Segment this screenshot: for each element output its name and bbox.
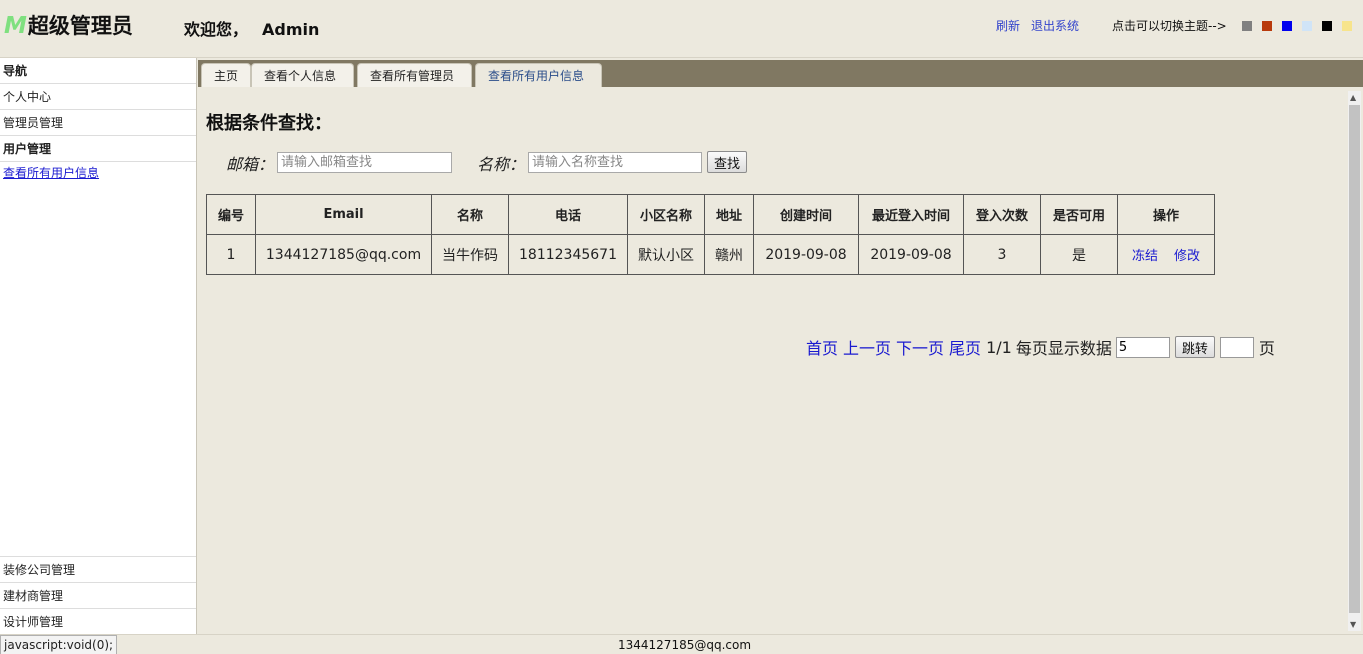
sidebar-item-admin-management[interactable]: 管理员管理 [0, 110, 196, 136]
top-header: M超级管理员 欢迎您， Admin 刷新 退出系统 点击可以切换主题--> [0, 0, 1363, 58]
freeze-link[interactable]: 冻结 [1132, 249, 1158, 264]
theme-swatches [1242, 21, 1352, 31]
main-content: 根据条件查找： 邮箱： 名称： 查找 编号 Email 名称 电话 小区名称 地… [198, 87, 1363, 634]
col-header-enabled: 是否可用 [1040, 194, 1118, 235]
page-suffix: 页 [1258, 339, 1275, 358]
col-header-address: 地址 [704, 194, 754, 235]
current-user: Admin [262, 20, 320, 39]
cell-name: 当牛作码 [431, 234, 509, 275]
theme-swatch-black[interactable] [1322, 21, 1332, 31]
welcome-text: 欢迎您， [184, 20, 249, 39]
page-info: 1/1 [986, 337, 1012, 357]
cell-last-login: 2019-09-08 [858, 234, 964, 275]
col-header-created: 创建时间 [753, 194, 859, 235]
table-row: 1 1344127185@qq.com 当牛作码 18112345671 默认小… [206, 234, 1215, 275]
sidebar-item-material-suppliers[interactable]: 建材商管理 [0, 582, 196, 608]
sidebar-link-all-users[interactable]: 查看所有用户信息 [3, 166, 99, 180]
users-table: 编号 Email 名称 电话 小区名称 地址 创建时间 最近登入时间 登入次数 … [206, 194, 1215, 275]
logout-link[interactable]: 退出系统 [1031, 19, 1079, 33]
search-title: 根据条件查找： [206, 113, 332, 134]
scroll-down-icon[interactable]: ▼ [1350, 620, 1356, 629]
col-header-name: 名称 [431, 194, 509, 235]
edit-link[interactable]: 修改 [1174, 249, 1200, 264]
col-header-phone: 电话 [508, 194, 628, 235]
col-header-last-login: 最近登入时间 [858, 194, 964, 235]
cell-enabled: 是 [1040, 234, 1118, 275]
next-page-link[interactable]: 下一页 [896, 335, 944, 359]
cell-email: 1344127185@qq.com [255, 234, 432, 275]
sidebar-sublist: 查看所有用户信息 [0, 162, 196, 184]
scroll-thumb[interactable] [1349, 105, 1360, 613]
name-search-input[interactable] [528, 152, 702, 173]
col-header-actions: 操作 [1117, 194, 1215, 235]
per-page-label: 每页显示数据 [1015, 339, 1112, 358]
tab-bar: 主页 查看个人信息 查看所有管理员 查看所有用户信息 [198, 60, 1363, 87]
table-header-row: 编号 Email 名称 电话 小区名称 地址 创建时间 最近登入时间 登入次数 … [206, 194, 1215, 235]
theme-swatch-gray[interactable] [1242, 21, 1252, 31]
cell-address: 赣州 [704, 234, 754, 275]
sidebar-item-decoration-companies[interactable]: 装修公司管理 [0, 556, 196, 582]
tab-all-users[interactable]: 查看所有用户信息 [475, 63, 602, 87]
scroll-up-icon[interactable]: ▲ [1350, 93, 1356, 102]
jump-button[interactable]: 跳转 [1174, 336, 1215, 358]
tab-all-admins[interactable]: 查看所有管理员 [357, 63, 472, 87]
vertical-scrollbar[interactable]: ▲ ▼ [1348, 91, 1361, 631]
sidebar-bottom: 装修公司管理 建材商管理 设计师管理 [0, 556, 196, 634]
sidebar: 导航 个人中心 管理员管理 用户管理 查看所有用户信息 装修公司管理 建材商管理… [0, 58, 197, 634]
top-links: 刷新 退出系统 [996, 17, 1090, 34]
sidebar-item-personal-center[interactable]: 个人中心 [0, 84, 196, 110]
logo-mark: M [4, 13, 27, 39]
col-header-email: Email [255, 194, 432, 235]
email-label: 邮箱： [226, 155, 275, 174]
cell-login-count: 3 [963, 234, 1041, 275]
sidebar-nav-title: 导航 [0, 58, 196, 84]
col-header-community: 小区名称 [627, 194, 705, 235]
col-header-id: 编号 [206, 194, 256, 235]
search-button[interactable]: 查找 [707, 151, 748, 173]
cell-phone: 18112345671 [508, 234, 628, 275]
pagination: 首页 上一页 下一页 尾页 1/1 每页显示数据 跳转 页 [806, 335, 1275, 359]
last-page-link[interactable]: 尾页 [949, 335, 981, 359]
cell-community: 默认小区 [627, 234, 705, 275]
status-link-preview: javascript:void(0); [0, 635, 118, 654]
cell-created: 2019-09-08 [753, 234, 859, 275]
cell-actions: 冻结 修改 [1117, 234, 1215, 275]
page-jump-input[interactable] [1219, 336, 1254, 358]
per-page-input[interactable] [1115, 336, 1170, 358]
logo-title: 超级管理员 [27, 14, 133, 38]
status-text: 1344127185@qq.com [618, 638, 752, 652]
sidebar-item-user-management[interactable]: 用户管理 [0, 136, 196, 162]
refresh-link[interactable]: 刷新 [996, 19, 1020, 33]
app-logo: M超级管理员 [4, 10, 133, 40]
theme-swatch-yellow[interactable] [1342, 21, 1352, 31]
cell-id: 1 [206, 234, 256, 275]
col-header-login-count: 登入次数 [963, 194, 1041, 235]
sidebar-item-designers[interactable]: 设计师管理 [0, 608, 196, 634]
theme-swatch-lightblue[interactable] [1302, 21, 1312, 31]
email-search-input[interactable] [277, 152, 452, 173]
tab-home[interactable]: 主页 [201, 63, 252, 87]
theme-swatch-rust[interactable] [1262, 21, 1272, 31]
welcome-message: 欢迎您， Admin [184, 16, 319, 40]
tab-personal-info[interactable]: 查看个人信息 [251, 63, 354, 87]
name-label: 名称： [477, 155, 526, 174]
theme-hint: 点击可以切换主题--> [1112, 19, 1227, 33]
status-bar: javascript:void(0); 1344127185@qq.com [0, 634, 1363, 654]
first-page-link[interactable]: 首页 [806, 335, 838, 359]
prev-page-link[interactable]: 上一页 [843, 335, 891, 359]
theme-swatch-blue[interactable] [1282, 21, 1292, 31]
